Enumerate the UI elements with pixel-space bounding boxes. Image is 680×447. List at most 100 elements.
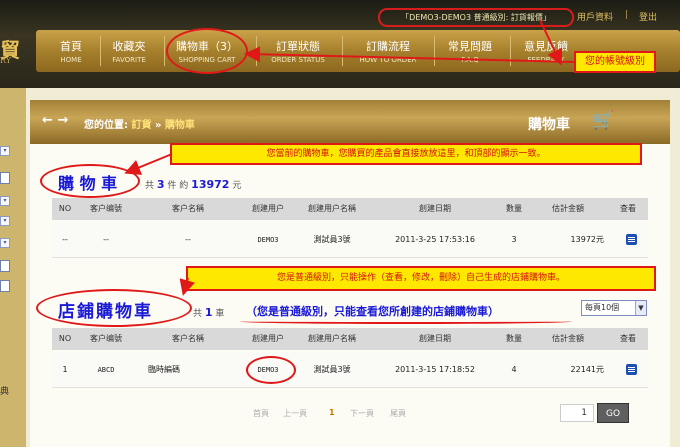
nav-divider	[256, 36, 257, 66]
column-header: 客户名稱	[172, 334, 204, 343]
list-view-icon[interactable]	[626, 364, 637, 375]
cell-date: 2011-3-15 17:18:52	[395, 365, 475, 374]
shop-permission-note: （您是普通級別，只能查看您所創建的店鋪購物車）	[246, 305, 499, 318]
nav-sublabel: F.A.Q	[461, 56, 479, 64]
pagination-last[interactable]: 尾頁	[390, 408, 406, 419]
column-header: 查看	[620, 334, 636, 343]
nav-sublabel: ORDER STATUS	[271, 56, 325, 64]
column-header: 客户名稱	[172, 204, 204, 213]
shopping-cart-icon: 🛒	[592, 110, 615, 131]
breadcrumb-current: 購物車	[164, 120, 195, 131]
summary-suffix: 車	[215, 309, 225, 319]
sidebar-dropdown[interactable]: ▾	[0, 146, 10, 156]
summary-prefix: 共	[193, 309, 203, 319]
shop-table-header: NO 客户编號 客户名稱 創建用户 創建用户名稱 創建日期 數量 估計金額 查看	[52, 328, 648, 350]
sidebar-dropdown[interactable]: ▾	[0, 196, 10, 206]
cell-user: DEMO3	[257, 236, 279, 244]
pagination-first[interactable]: 首頁	[253, 408, 269, 419]
cell-qty: 3	[511, 235, 517, 244]
nav-label: 訂單狀態	[276, 40, 320, 53]
shop-annotation: 您是普通級別，只能操作（查看，修改，刪除）自己生成的店鋪購物車。	[186, 266, 656, 291]
nav-faq[interactable]: 常見問題 F.A.Q	[434, 30, 506, 72]
cell-date: 2011-3-25 17:53:16	[395, 235, 475, 244]
column-header: 創建用户	[252, 334, 284, 343]
pagination-current[interactable]: 1	[329, 408, 335, 417]
summary-prefix: 共	[145, 181, 155, 191]
sidebar-label: 典	[0, 387, 10, 397]
shop-note-underline	[240, 319, 572, 324]
breadcrumb-label: 您的位置:	[84, 120, 128, 131]
sidebar-date-field[interactable]	[0, 280, 10, 292]
sidebar-dropdown[interactable]: ▾	[0, 238, 10, 248]
nav-divider	[342, 36, 343, 66]
nav-label: 意見反饋	[524, 40, 568, 53]
table-row[interactable]: 1 ABCD 臨時編碼 DEMO3 測試員3號 2011-3-15 17:18:…	[52, 352, 648, 388]
breadcrumb-link-order[interactable]: 訂貨	[131, 120, 151, 131]
column-header: 客户编號	[90, 204, 122, 213]
logout-link[interactable]: 登出	[639, 10, 657, 23]
cart-title-circle	[40, 164, 140, 198]
cart-total: 13972	[191, 178, 230, 191]
nav-divider	[164, 36, 165, 66]
column-header: 客户编號	[90, 334, 122, 343]
shop-title-circle	[36, 289, 192, 327]
summary-suffix: 元	[232, 181, 242, 191]
cell-name: 臨時編碼	[148, 365, 180, 374]
shop-summary: 共 1 車	[193, 306, 224, 319]
page-number-input[interactable]: 1	[560, 404, 594, 422]
column-header: 數量	[506, 204, 522, 213]
nav-favorite[interactable]: 收藏夾 FAVORITE	[96, 30, 162, 72]
nav-label: 常見問題	[448, 40, 492, 53]
cell-user-name: 測試員3號	[313, 235, 351, 244]
column-header: 創建日期	[419, 204, 451, 213]
shop-cart-count: 1	[204, 306, 213, 319]
page-title: 購物車	[528, 117, 570, 133]
nav-feedback[interactable]: 意見反饋 FEEDBACK	[508, 30, 584, 72]
column-header: 數量	[506, 334, 522, 343]
site-logo-sub: RY	[0, 56, 12, 65]
cell-code: --	[103, 235, 109, 244]
breadcrumb-separator: »	[154, 120, 162, 131]
nav-label: 訂購流程	[366, 40, 410, 53]
cart-table-header: NO 客户编號 客户名稱 創建用户 創建用户名稱 創建日期 數量 估計金額 查看	[52, 198, 648, 220]
sidebar-input[interactable]	[0, 172, 10, 184]
nav-order-status[interactable]: 訂單狀態 ORDER STATUS	[258, 30, 338, 72]
column-header: 創建用户	[252, 204, 284, 213]
nav-sublabel: FAVORITE	[112, 56, 146, 64]
column-header: 創建用户名稱	[308, 334, 356, 343]
go-button[interactable]: GO	[597, 403, 629, 423]
nav-how-to-order[interactable]: 訂購流程 HOW TO ORDER	[344, 30, 432, 72]
user-info-link[interactable]: 用戶資料	[577, 10, 613, 23]
list-view-icon[interactable]	[626, 234, 637, 245]
cell-amount: 22141元	[570, 365, 604, 374]
level-annotation: 您的帳號級別	[574, 51, 656, 73]
column-header: 創建日期	[419, 334, 451, 343]
user-level-badge: 「DEMO3-DEMO3 普通級別: 訂貨報價」	[378, 8, 574, 27]
header-separator: |	[625, 10, 629, 20]
cell-no: --	[62, 235, 68, 244]
column-header: 創建用户名稱	[308, 204, 356, 213]
nav-label: 收藏夾	[112, 40, 146, 53]
column-header: 估計金額	[552, 204, 584, 213]
cell-no: 1	[62, 365, 68, 374]
nav-sublabel: HOW TO ORDER	[359, 56, 417, 64]
column-header: 估計金額	[552, 334, 584, 343]
cell-name: --	[185, 235, 191, 244]
cart-item-count: 3	[156, 178, 165, 191]
chevron-down-icon[interactable]: ▼	[635, 301, 646, 315]
sidebar-date-field[interactable]	[0, 260, 10, 272]
back-forward-arrows[interactable]: ← →	[42, 113, 68, 128]
nav-sublabel: FEEDBACK	[527, 56, 565, 64]
cell-amount: 13972元	[570, 235, 604, 244]
pagination-next[interactable]: 下一頁	[350, 408, 374, 419]
creator-highlight-circle	[246, 356, 296, 384]
sidebar-dropdown[interactable]: ▾	[0, 216, 10, 226]
arrow-right-icon[interactable]: →	[57, 113, 68, 128]
arrow-left-icon[interactable]: ←	[42, 113, 53, 128]
cart-summary: 共 3 件 約 13972 元	[145, 178, 241, 191]
pagination-prev[interactable]: 上一頁	[283, 408, 307, 419]
summary-mid: 件 約	[167, 181, 189, 191]
table-row[interactable]: -- -- -- DEMO3 測試員3號 2011-3-25 17:53:16 …	[52, 222, 648, 258]
cell-user-name: 測試員3號	[313, 365, 351, 374]
cart-annotation: 您當前的購物車，您購買的產品會直接放放這里，和頂部的顯示一致。	[170, 143, 642, 165]
